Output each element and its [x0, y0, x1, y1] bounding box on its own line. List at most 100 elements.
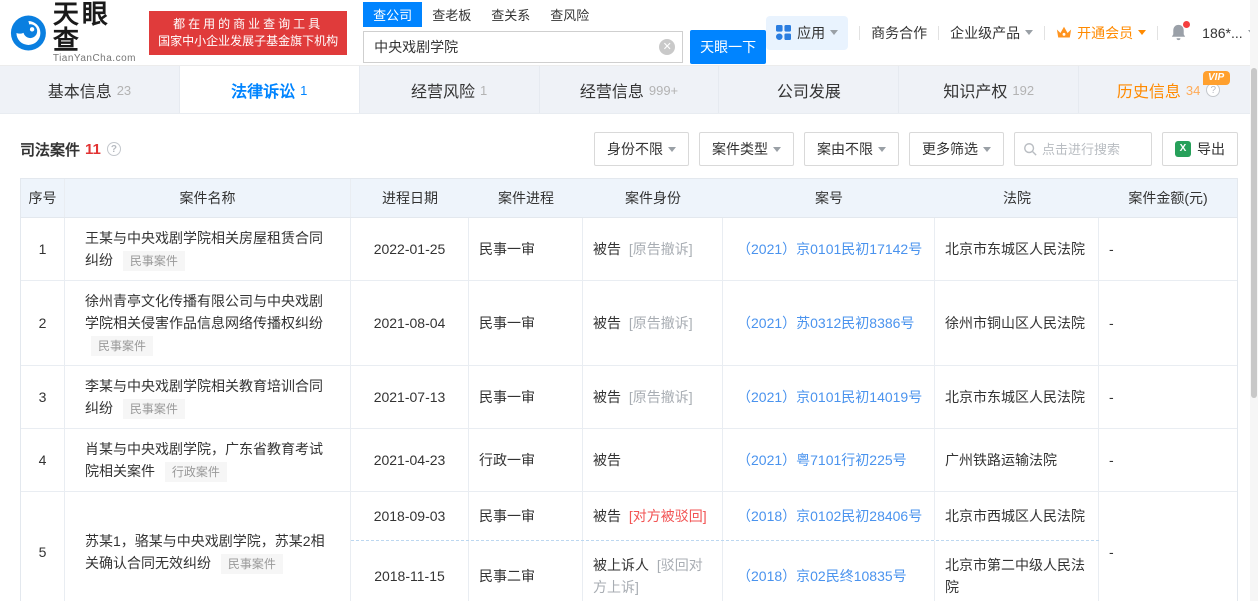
case-entries: 2021-08-04 民事一审 被告 [原告撤诉] （2021）苏0312民初8386…: [351, 281, 1099, 365]
chevron-down-icon: [1138, 30, 1147, 35]
case-entries: 2021-07-13 民事一审 被告 [原告撤诉] （2021）京0101民初1401…: [351, 366, 1099, 428]
question-icon[interactable]: ?: [106, 142, 121, 156]
identity-note: [驳回对方上诉]: [593, 557, 703, 595]
case-entry: 2018-11-15 民事二审 被上诉人 [驳回对方上诉] （2018）京02民终10…: [351, 540, 1099, 601]
court-name: 北京市第二中级人民法院: [935, 541, 1099, 601]
column-header-5: 案号: [815, 190, 843, 206]
tab-公司发展[interactable]: 公司发展: [718, 66, 898, 113]
case-progress: 民事一审: [469, 281, 583, 365]
case-number-link[interactable]: （2021）京0101民初17142号: [737, 239, 922, 259]
case-name: 徐州青亭文化传播有限公司与中央戏剧学院相关侵害作品信息网络传播权纠纷 民事案件: [85, 290, 330, 356]
filter-dropdown-1[interactable]: 案件类型: [699, 132, 794, 166]
user-phone: 186*...: [1202, 24, 1243, 41]
search-tabs: 查公司 查老板 查关系 查风险: [363, 1, 766, 27]
filter-bar: 身份不限 案件类型 案由不限 更多筛选 X 导出: [584, 132, 1238, 166]
table-search-input[interactable]: [1042, 141, 1142, 157]
case-index: 2: [21, 281, 65, 365]
tab-法律诉讼[interactable]: 法律诉讼 1: [178, 66, 359, 113]
identity-note: [原告撤诉]: [625, 389, 693, 405]
case-number-link[interactable]: （2021）苏0312民初8386号: [737, 313, 914, 333]
search-tab-1[interactable]: 查老板: [422, 2, 481, 27]
apps-grid-icon: [776, 25, 792, 40]
tab-label: 知识产权: [943, 83, 1008, 101]
case-entry: 2021-08-04 民事一审 被告 [原告撤诉] （2021）苏0312民初8386…: [351, 281, 1099, 365]
table-row: 4 肖某与中央戏剧学院，广东省教育考试院相关案件 行政案件 2021-04-23 行政…: [21, 429, 1237, 492]
case-number-cell: （2021）苏0312民初8386号: [723, 281, 935, 365]
progress-date: 2021-08-04: [351, 281, 469, 365]
column-header-6: 法院: [1003, 190, 1031, 206]
column-header-2: 进程日期: [382, 190, 438, 206]
tab-label: 法律诉讼: [231, 83, 296, 101]
filter-dropdown-0[interactable]: 身份不限: [594, 132, 689, 166]
brand-domain: TianYanCha.com: [52, 53, 136, 64]
notification-bell-icon[interactable]: [1169, 21, 1191, 42]
nav-enterprise-products[interactable]: 企业级产品: [950, 23, 1034, 43]
case-name: 苏某1，骆某与中央戏剧学院，苏某2相关确认合同无效纠纷 民事案件: [85, 530, 330, 574]
case-progress: 民事一审: [469, 492, 583, 540]
nav-open-vip[interactable]: 开通会员: [1056, 23, 1147, 43]
page-scrollbar[interactable]: [1250, 0, 1258, 601]
section-count: 11: [85, 140, 101, 158]
table-search-box[interactable]: [1014, 132, 1152, 166]
case-number-cell: （2021）京0101民初17142号: [723, 218, 935, 280]
court-name: 北京市西城区人民法院: [935, 492, 1099, 540]
case-index: 1: [21, 218, 65, 280]
tab-经营风险[interactable]: 经营风险 1: [358, 66, 539, 113]
nav-business-cooperation[interactable]: 商务合作: [871, 23, 927, 43]
identity-label: 被告: [593, 452, 621, 468]
main-content: 司法案件 11 ? 身份不限 案件类型 案由不限 更多筛选 X 导出 序号案件名称 进程日期…: [0, 114, 1258, 601]
tab-count: 1: [300, 83, 308, 98]
filter-dropdown-2[interactable]: 案由不限: [804, 132, 899, 166]
identity-label: 被告 [原告撤诉]: [593, 389, 693, 405]
chevron-down-icon: [830, 30, 839, 35]
case-number-link[interactable]: （2021）粤7101行初225号: [737, 450, 907, 470]
notification-dot: [1183, 21, 1191, 28]
case-number-link[interactable]: （2018）京0102民初28406号: [737, 506, 922, 526]
search-tab-3[interactable]: 查风险: [540, 2, 599, 27]
column-header-3: 案件进程: [498, 190, 554, 206]
search-icon: [1024, 143, 1037, 156]
tianyancha-page: 天眼查 TianYanCha.com 都在用的商业查询工具 国家中小企业发展子基…: [0, 0, 1258, 601]
case-entry: 2022-01-25 民事一审 被告 [原告撤诉] （2021）京0101民初1714…: [351, 218, 1099, 280]
case-number-link[interactable]: （2018）京02民终10835号: [737, 566, 907, 586]
section-title: 司法案件 11 ?: [20, 139, 121, 160]
case-type-tag: 民事案件: [122, 251, 185, 271]
progress-date: 2021-04-23: [351, 429, 469, 491]
progress-date: 2018-11-15: [351, 541, 469, 601]
brand-name: 天眼查: [52, 0, 111, 55]
column-header-0: 序号: [21, 179, 65, 217]
column-header-1: 案件名称: [65, 179, 351, 217]
case-identity: 被告: [583, 429, 723, 491]
table-header-row: 序号 案件名称 进程日期 案件进程 案件身份 案号 法院 案件金额(元): [21, 179, 1237, 218]
progress-date: 2022-01-25: [351, 218, 469, 280]
divider: [938, 25, 940, 40]
search-tab-2[interactable]: 查关系: [481, 2, 540, 27]
case-amount: -: [1109, 389, 1114, 405]
filter-label: 案由不限: [817, 141, 873, 157]
apps-menu-button[interactable]: 应用: [766, 15, 849, 50]
case-identity: 被告 [对方被驳回]: [583, 492, 723, 540]
slogan-badge: 都在用的商业查询工具 国家中小企业发展子基金旗下机构: [149, 10, 348, 55]
tab-知识产权[interactable]: 知识产权 192: [898, 66, 1078, 113]
clear-search-icon[interactable]: ✕: [659, 38, 676, 55]
case-number-cell: （2018）京02民终10835号: [723, 541, 935, 601]
user-account[interactable]: 186*...: [1202, 24, 1256, 41]
company-search-input[interactable]: [363, 30, 684, 63]
tianyancha-logo[interactable]: 天眼查 TianYanCha.com: [10, 1, 137, 64]
search-button[interactable]: 天眼一下: [690, 29, 767, 64]
header-nav: 应用 商务合作 企业级产品 开通会员 186*...: [766, 15, 1256, 50]
tab-历史信息[interactable]: 历史信息 34? VIP: [1078, 66, 1258, 113]
case-index: 4: [21, 429, 65, 491]
search-tab-0[interactable]: 查公司: [363, 1, 423, 27]
court-name: 广州铁路运输法院: [935, 429, 1099, 491]
export-button[interactable]: X 导出: [1162, 132, 1238, 166]
case-number-link[interactable]: （2021）京0101民初14019号: [737, 387, 922, 407]
scrollbar-thumb[interactable]: [1251, 68, 1257, 398]
tab-基本信息[interactable]: 基本信息 23: [0, 66, 179, 113]
case-index: 5: [21, 492, 65, 601]
case-entries: 2018-09-03 民事一审 被告 [对方被驳回] （2018）京0102民初284…: [351, 492, 1099, 601]
enterprise-label: 企业级产品: [950, 24, 1021, 41]
tab-经营信息[interactable]: 经营信息 999+: [538, 66, 719, 113]
filter-dropdown-3[interactable]: 更多筛选: [909, 132, 1004, 166]
table-row: 3 李某与中央戏剧学院相关教育培训合同纠纷 民事案件 2021-07-13 民事一审被…: [21, 366, 1237, 429]
